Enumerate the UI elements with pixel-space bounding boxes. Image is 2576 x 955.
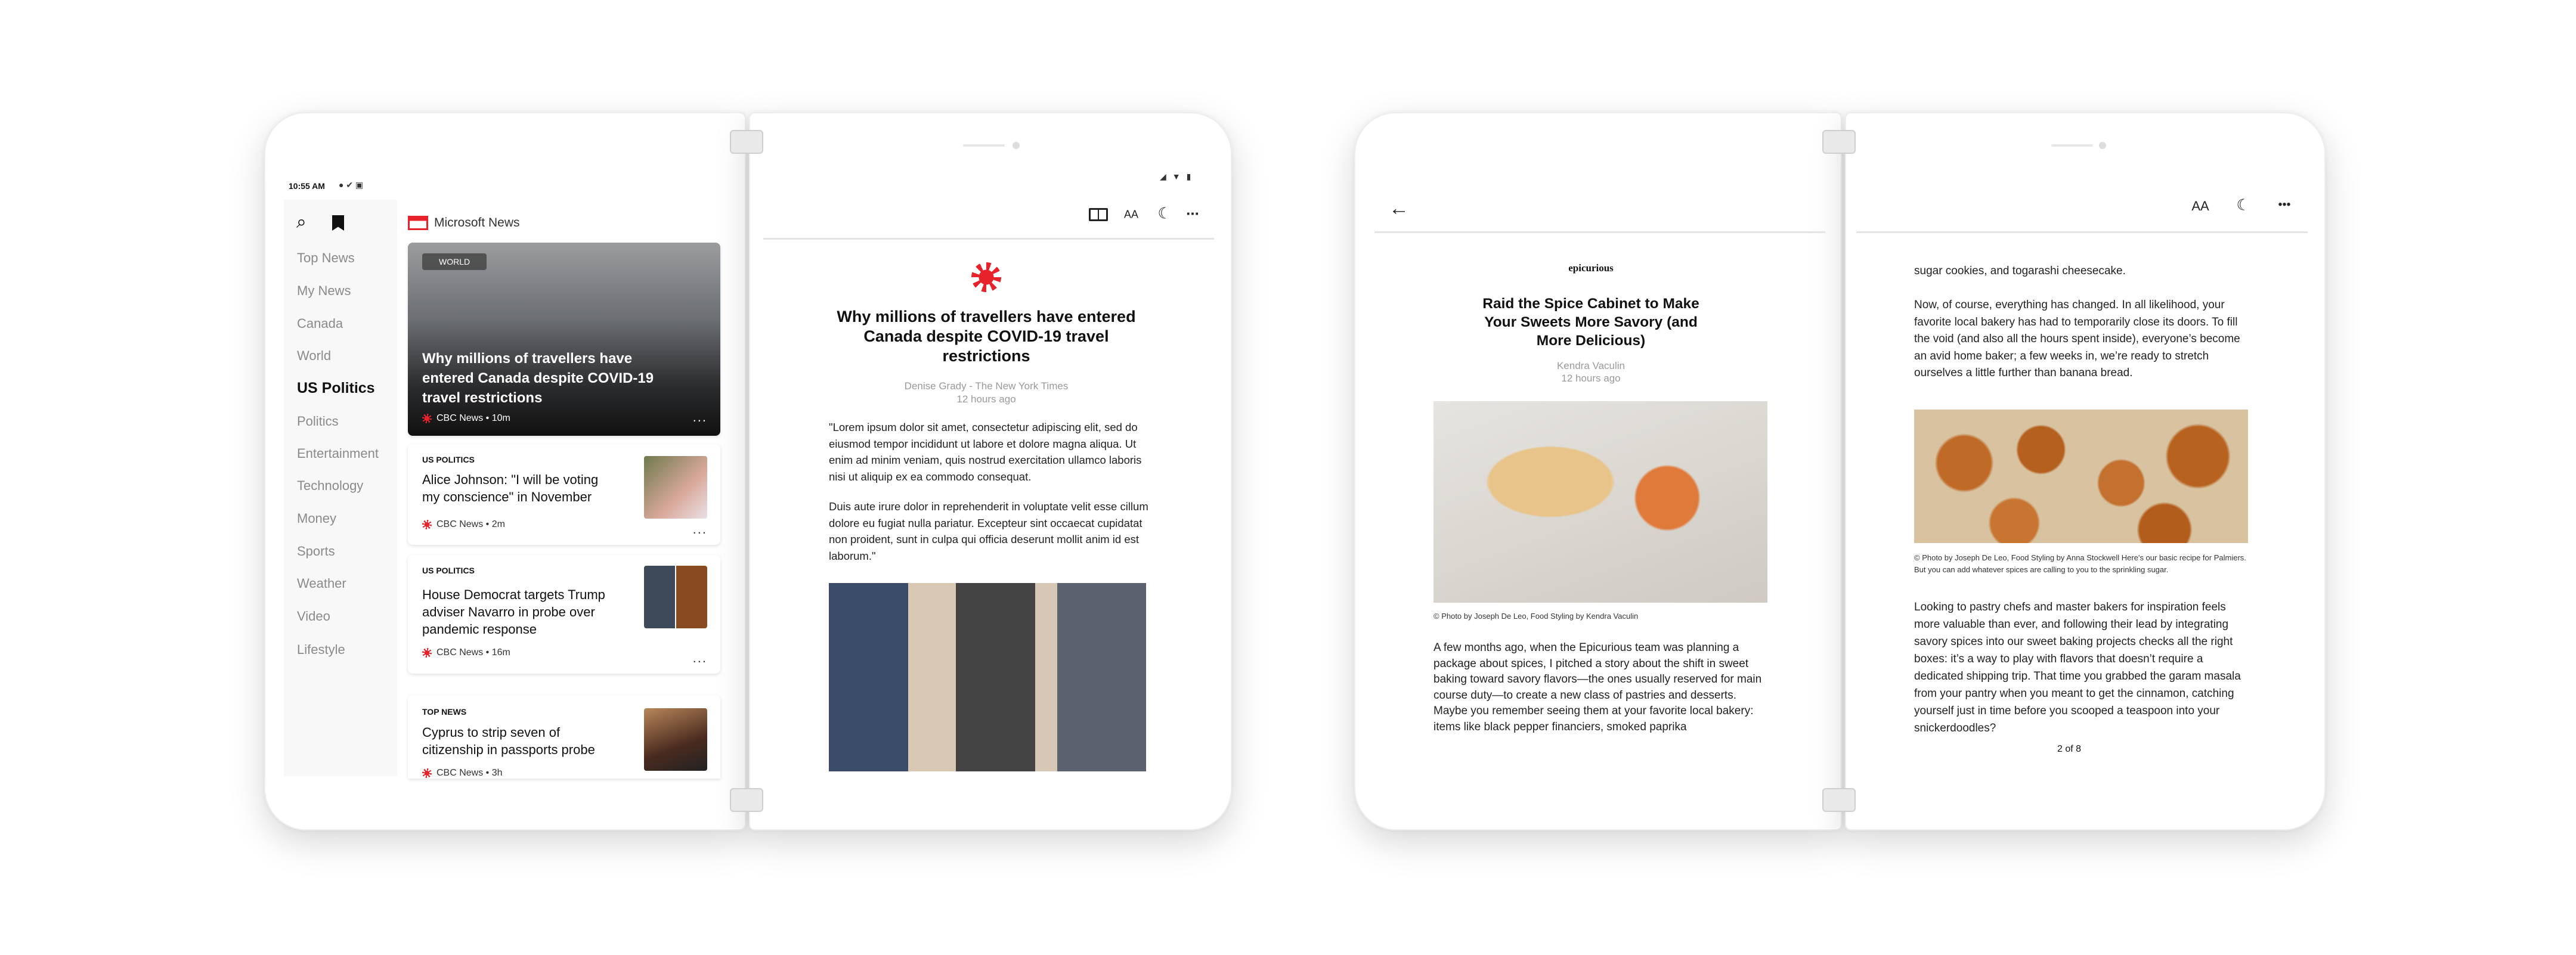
- image-caption: © Photo by Joseph De Leo, Food Styling b…: [1914, 553, 2246, 574]
- text-size-button[interactable]: AA: [1124, 209, 1138, 221]
- article-image: [829, 583, 1146, 771]
- article-byline: Kendra Vaculin: [1556, 360, 1626, 371]
- more-options-button[interactable]: ...: [1186, 201, 1199, 219]
- cbc-icon: [422, 768, 432, 778]
- card-headline: Alice Johnson: "I will be voting my cons…: [422, 472, 599, 504]
- article-paragraph: sugar cookies, and togarashi cheesecake.: [1914, 265, 2126, 277]
- more-options-button[interactable]: ...: [693, 522, 707, 537]
- article-paragraph: Looking to pastry chefs and master baker…: [1914, 601, 2241, 734]
- card-source: CBC News • 3h: [422, 768, 503, 779]
- sidebar-item-world[interactable]: World: [297, 348, 331, 364]
- card-headline: Cyprus to strip seven of citizenship in …: [422, 725, 595, 757]
- article-paragraph: Now, of course, everything has changed. …: [1914, 299, 2240, 379]
- card-category: US POLITICS: [422, 566, 475, 575]
- article-title: Raid the Spice Cabinet to Make Your Swee…: [1482, 296, 1699, 349]
- back-arrow-icon[interactable]: ←: [1389, 197, 1409, 221]
- sidebar-item-lifestyle[interactable]: Lifestyle: [297, 642, 345, 658]
- hinge-clip: [730, 130, 763, 154]
- page-indicator: 2 of 8: [2057, 744, 2082, 754]
- more-options-button[interactable]: ...: [693, 650, 707, 666]
- more-options-button[interactable]: •••: [2278, 199, 2290, 212]
- hinge-clip: [1822, 788, 1856, 812]
- card-source: CBC News • 16m: [422, 647, 510, 658]
- article-byline: Denise Grady - The New York Times: [904, 380, 1069, 392]
- article-paragraph: A few months ago, when the Epicurious te…: [1433, 641, 1762, 733]
- article-paragraph: Duis aute irure dolor in reprehenderit i…: [829, 500, 1148, 562]
- sidebar-item-technology[interactable]: Technology: [297, 478, 363, 494]
- sidebar-item-entertainment[interactable]: Entertainment: [297, 446, 379, 461]
- more-options-button[interactable]: ...: [693, 410, 707, 425]
- toolbar-divider: [763, 238, 1214, 240]
- sidebar-item-canada[interactable]: Canada: [297, 316, 343, 331]
- dark-mode-icon[interactable]: ☾: [1157, 204, 1171, 223]
- status-time: 10:55 AM: [289, 181, 325, 191]
- sidebar-item-weather[interactable]: Weather: [297, 576, 346, 591]
- card-thumbnail: [644, 456, 707, 519]
- article-time: 12 hours ago: [1561, 373, 1621, 384]
- sidebar-item-sports[interactable]: Sports: [297, 544, 335, 559]
- card-category: TOP NEWS: [422, 707, 467, 717]
- sidebar-item-politics[interactable]: Politics: [297, 414, 339, 429]
- publisher-logo: epicurious: [1568, 262, 1614, 274]
- speaker-slot: [963, 144, 1005, 147]
- article-time: 12 hours ago: [956, 393, 1016, 405]
- dark-mode-icon[interactable]: ☾: [2236, 196, 2250, 215]
- sidebar-item-top-news[interactable]: Top News: [297, 250, 355, 266]
- hero-card[interactable]: WORLD Why millions of travellers have en…: [408, 243, 720, 436]
- cbc-icon: [422, 648, 432, 658]
- news-card[interactable]: TOP NEWS Cyprus to strip seven of citize…: [408, 695, 720, 779]
- app-name: Microsoft News: [434, 216, 520, 230]
- speaker-slot: [2051, 144, 2093, 147]
- hero-source: CBC News • 10m: [422, 413, 510, 424]
- search-icon[interactable]: ⌕: [296, 212, 306, 232]
- card-headline: House Democrat targets Trump adviser Nav…: [422, 587, 605, 637]
- camera: [1013, 142, 1020, 149]
- camera: [2099, 142, 2106, 149]
- card-thumbnail: [644, 708, 707, 771]
- toolbar-divider: [1856, 231, 2308, 233]
- system-status-icons: ◢▼▮: [1160, 172, 1197, 181]
- article-paragraph: "Lorem ipsum dolor sit amet, consectetur…: [829, 421, 1142, 483]
- card-source: CBC News • 2m: [422, 519, 505, 530]
- image-caption: © Photo by Joseph De Leo, Food Styling b…: [1433, 612, 1639, 621]
- cbc-icon: [422, 414, 432, 423]
- microsoft-news-logo-icon: [408, 216, 428, 230]
- cbc-icon: [422, 520, 432, 529]
- toolbar-divider: [1374, 231, 1825, 233]
- article-image: [1914, 410, 2248, 543]
- hinge-clip: [1822, 130, 1856, 154]
- text-size-button[interactable]: AA: [2191, 199, 2209, 214]
- category-badge: WORLD: [422, 253, 487, 270]
- sidebar-item-video[interactable]: Video: [297, 609, 330, 624]
- news-card[interactable]: US POLITICS House Democrat targets Trump…: [408, 555, 720, 674]
- sidebar-item-us-politics[interactable]: US Politics: [297, 380, 375, 397]
- cbc-logo-icon: [971, 262, 1001, 292]
- sidebar-item-money[interactable]: Money: [297, 511, 336, 526]
- hinge-clip: [730, 788, 763, 812]
- article-title: Why millions of travellers have entered …: [837, 308, 1136, 365]
- card-category: US POLITICS: [422, 455, 475, 464]
- dual-view-icon[interactable]: [1089, 208, 1108, 221]
- sidebar-item-my-news[interactable]: My News: [297, 283, 351, 299]
- article-image: [1433, 401, 1767, 603]
- news-card[interactable]: US POLITICS Alice Johnson: "I will be vo…: [408, 444, 720, 545]
- card-thumbnail: [644, 566, 707, 628]
- hero-headline: Why millions of travellers have entered …: [422, 351, 654, 406]
- notification-icons: ● ✔ ▣: [339, 180, 364, 190]
